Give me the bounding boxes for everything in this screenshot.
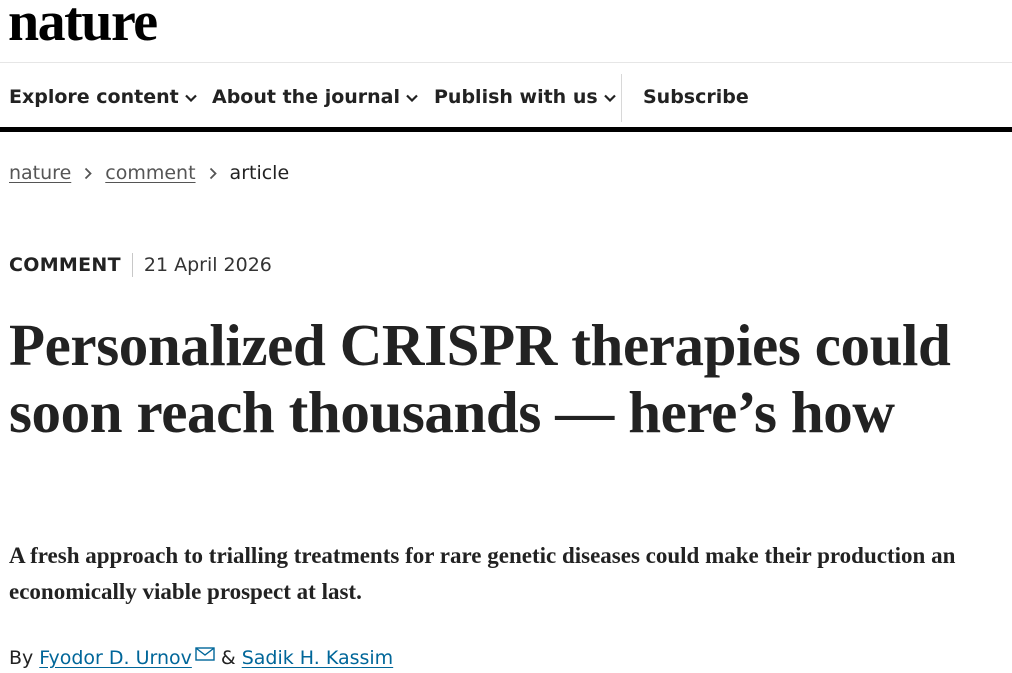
meta-divider [131, 253, 133, 277]
envelope-icon[interactable] [195, 646, 215, 661]
nav-explore-content-label: Explore content [9, 86, 179, 108]
article-date: 21 April 2026 [143, 253, 272, 276]
nav-about-the-journal[interactable]: About the journal [212, 88, 418, 107]
breadcrumb-nature-link[interactable]: nature [9, 164, 71, 183]
chevron-right-icon [84, 167, 93, 180]
chevron-right-icon [209, 167, 217, 180]
nav-explore-content[interactable]: Explore content [9, 88, 197, 107]
site-header: nature Explore content About the journal… [0, 0, 1012, 132]
subscribe-link[interactable]: Subscribe [643, 88, 749, 107]
author-byline: By Fyodor D. Urnov & Sadik H. Kassim [9, 646, 393, 669]
article-meta: COMMENT 21 April 2026 [9, 253, 272, 277]
nature-logo[interactable]: nature [8, 0, 158, 50]
byline-prefix: By [9, 647, 34, 669]
main-navigation: Explore content About the journal Publis… [0, 63, 1012, 132]
nav-divider [621, 74, 622, 122]
article-standfirst: A fresh approach to trialling treatments… [9, 543, 956, 604]
author-link-urnov[interactable]: Fyodor D. Urnov [39, 649, 192, 668]
nav-publish-with-us[interactable]: Publish with us [434, 88, 616, 107]
chevron-down-icon [406, 94, 418, 102]
header-top-bar: nature [0, 0, 1012, 63]
nav-about-the-journal-label: About the journal [212, 86, 401, 108]
subscribe-label: Subscribe [643, 86, 749, 108]
article-type-label: COMMENT [9, 253, 121, 276]
breadcrumb: nature comment article [9, 164, 289, 183]
breadcrumb-comment-link[interactable]: comment [105, 164, 195, 183]
breadcrumb-current: article [229, 162, 290, 184]
byline-separator: & [220, 647, 236, 669]
nav-publish-with-us-label: Publish with us [434, 86, 598, 108]
chevron-down-icon [603, 94, 616, 102]
article-title: Personalized CRISPR therapies could soon… [9, 312, 951, 445]
chevron-down-icon [184, 94, 197, 102]
author-link-kassim[interactable]: Sadik H. Kassim [242, 649, 393, 668]
